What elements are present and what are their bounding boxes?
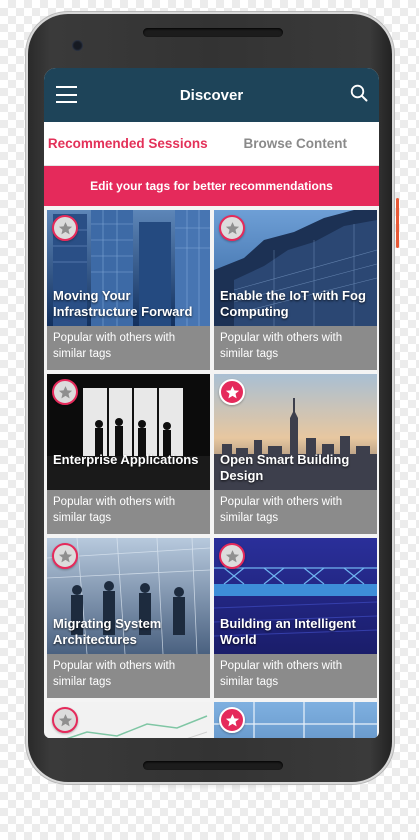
page-title: Discover	[179, 87, 244, 104]
session-subtitle: Popular with others with similar tags	[214, 326, 377, 370]
session-grid: Moving Your Infrastructure Forward Popul…	[44, 206, 379, 738]
session-card[interactable]	[214, 702, 377, 738]
favorite-star-icon[interactable]	[52, 543, 78, 569]
session-title: Enterprise Applications	[53, 452, 199, 467]
front-camera	[72, 40, 83, 51]
favorite-star-icon[interactable]	[52, 215, 78, 241]
favorite-star-icon[interactable]	[52, 379, 78, 405]
session-title: Moving Your Infrastructure Forward	[53, 288, 193, 319]
bottom-speaker	[143, 761, 283, 770]
tab-browse-content[interactable]: Browse Content	[212, 122, 380, 165]
app-bar: Discover	[44, 68, 379, 122]
session-subtitle: Popular with others with similar tags	[214, 490, 377, 534]
top-speaker	[143, 28, 283, 37]
session-title: Building an Intelligent World	[220, 616, 356, 647]
favorite-star-icon[interactable]	[219, 707, 245, 733]
favorite-star-icon[interactable]	[219, 215, 245, 241]
session-card[interactable]: Enable the IoT with Fog Computing Popula…	[214, 210, 377, 370]
session-subtitle: Popular with others with similar tags	[47, 490, 210, 534]
session-card[interactable]: Moving Your Infrastructure Forward Popul…	[47, 210, 210, 370]
session-subtitle: Popular with others with similar tags	[47, 654, 210, 698]
session-title: Open Smart Building Design	[220, 452, 350, 483]
session-card[interactable]: Enterprise Applications Popular with oth…	[47, 374, 210, 534]
tab-bar: Recommended Sessions Browse Content	[44, 122, 379, 166]
session-title: Enable the IoT with Fog Computing	[220, 288, 366, 319]
session-subtitle: Popular with others with similar tags	[47, 326, 210, 370]
search-icon[interactable]	[350, 84, 368, 102]
session-card[interactable]: Building an Intelligent World Popular wi…	[214, 538, 377, 698]
favorite-star-icon[interactable]	[52, 707, 78, 733]
tab-recommended-sessions[interactable]: Recommended Sessions	[44, 122, 212, 165]
session-title: Migrating System Architectures	[53, 616, 162, 647]
session-card[interactable]	[47, 702, 210, 738]
app-screen: Discover Recommended Sessions Browse Con…	[44, 68, 379, 738]
session-subtitle: Popular with others with similar tags	[214, 654, 377, 698]
power-button	[396, 198, 399, 248]
session-card[interactable]: Migrating System Architectures Popular w…	[47, 538, 210, 698]
edit-tags-banner[interactable]: Edit your tags for better recommendation…	[44, 166, 379, 206]
favorite-star-icon[interactable]	[219, 379, 245, 405]
session-card[interactable]: Open Smart Building Design Popular with …	[214, 374, 377, 534]
favorite-star-icon[interactable]	[219, 543, 245, 569]
